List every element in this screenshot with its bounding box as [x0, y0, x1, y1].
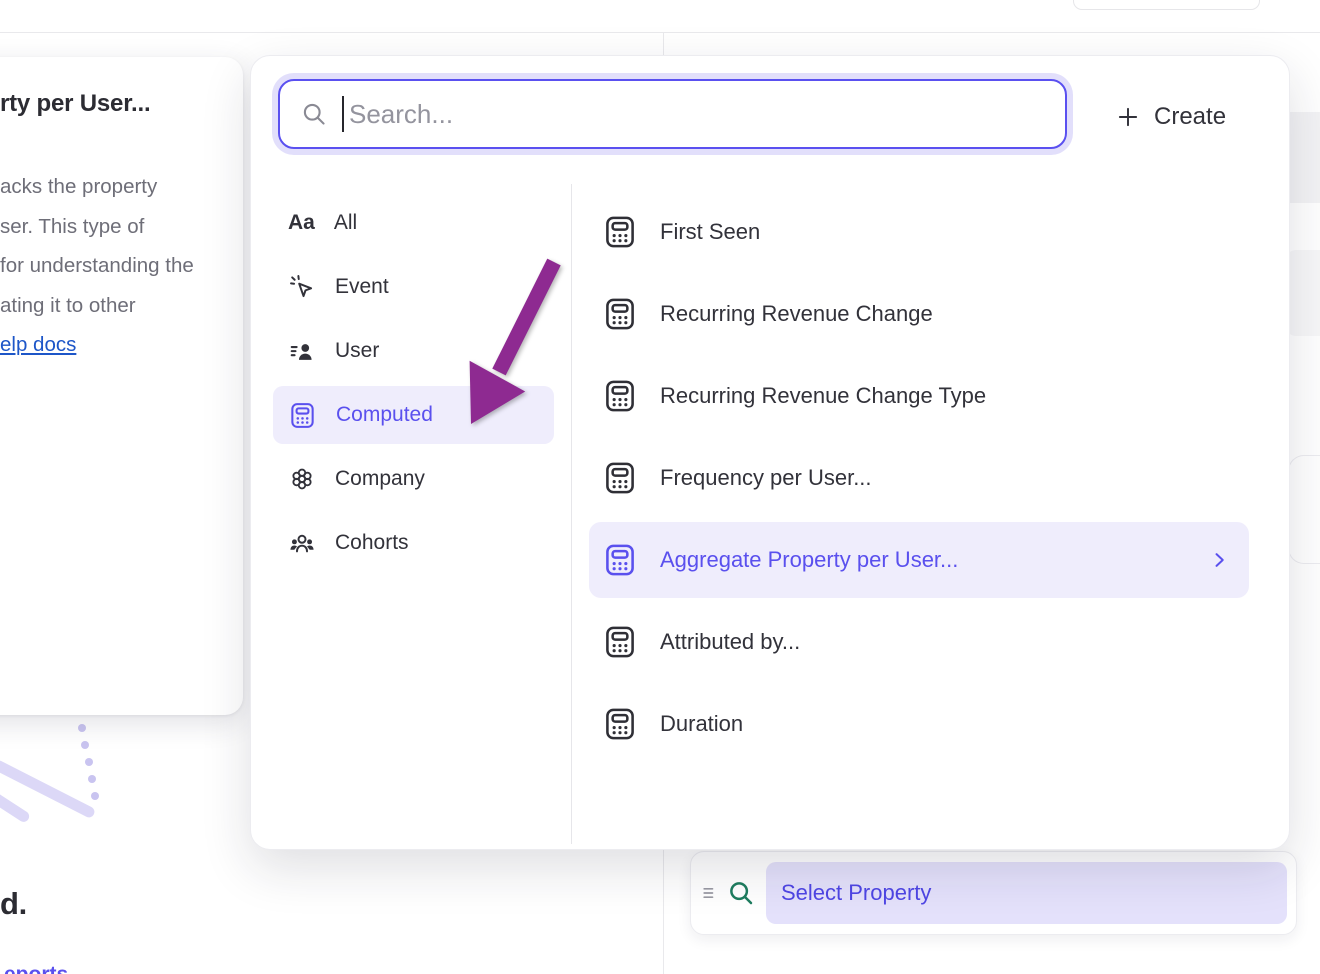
calculator-icon [602, 706, 638, 742]
category-label: Computed [336, 403, 433, 427]
screen: d. eports rty per User... acks the prope… [0, 0, 1320, 974]
property-description-card: rty per User... acks the property ser. T… [0, 57, 243, 715]
calculator-icon [602, 542, 638, 578]
search-field[interactable] [278, 79, 1067, 149]
category-label: Cohorts [335, 531, 409, 555]
category-label: Event [335, 275, 389, 299]
clipped-right-card [1288, 455, 1320, 564]
clipped-right-panel [1290, 112, 1320, 203]
property-label: First Seen [660, 219, 760, 245]
property-item-aggregate-property-per-user[interactable]: Aggregate Property per User... [589, 522, 1249, 598]
text-caret [342, 96, 344, 132]
property-label: Recurring Revenue Change [660, 301, 933, 327]
category-label: Company [335, 467, 425, 491]
property-label: Duration [660, 711, 743, 737]
search-icon [300, 100, 328, 128]
illustration-dot [91, 792, 99, 800]
user-profile-icon [288, 337, 316, 365]
help-docs-link[interactable]: elp docs [0, 325, 76, 365]
property-item-attributed-by[interactable]: Attributed by... [589, 604, 1249, 680]
property-item-recurring-revenue-change[interactable]: Recurring Revenue Change [589, 276, 1249, 352]
property-search-icon [726, 878, 756, 908]
page-divider-horizontal [0, 32, 1320, 33]
category-tab-company[interactable]: Company [273, 450, 554, 508]
clipped-right-card [1286, 250, 1320, 336]
category-tab-event[interactable]: Event [273, 258, 554, 316]
property-label: Recurring Revenue Change Type [660, 383, 986, 409]
calculator-icon [288, 401, 317, 430]
property-picker-modal: Create Aa All Event [250, 55, 1290, 850]
calculator-icon [602, 214, 638, 250]
property-label: Frequency per User... [660, 465, 872, 491]
calculator-icon [602, 460, 638, 496]
illustration-dot [81, 741, 89, 749]
select-property-button[interactable]: Select Property [766, 862, 1287, 924]
calculator-icon [602, 624, 638, 660]
event-cursor-icon [288, 273, 316, 301]
tooltip-body: acks the property ser. This type of for … [0, 167, 227, 365]
category-label: All [334, 211, 357, 235]
illustration-dot [78, 724, 86, 732]
calculator-icon [602, 296, 638, 332]
clipped-footer-link[interactable]: eports [4, 963, 68, 974]
drag-handle-icon[interactable] [700, 883, 720, 903]
category-tab-user[interactable]: User [273, 322, 554, 380]
category-tab-all[interactable]: Aa All [273, 194, 554, 252]
select-property-label: Select Property [781, 880, 931, 906]
property-item-duration[interactable]: Duration [589, 686, 1249, 762]
plus-icon [1115, 104, 1141, 130]
category-tab-computed[interactable]: Computed [273, 386, 554, 444]
create-button-label: Create [1154, 103, 1226, 131]
company-cluster-icon [288, 465, 316, 493]
tooltip-title: rty per User... [0, 90, 227, 118]
chevron-right-icon [1209, 550, 1229, 570]
modal-column-divider [571, 184, 572, 844]
text-format-icon: Aa [288, 211, 315, 235]
category-tab-cohorts[interactable]: Cohorts [273, 514, 554, 572]
illustration-line [0, 792, 31, 824]
property-item-frequency-per-user[interactable]: Frequency per User... [589, 440, 1249, 516]
calculator-icon [602, 378, 638, 414]
cohorts-people-icon [288, 529, 316, 557]
illustration-dot [88, 775, 96, 783]
property-label: Aggregate Property per User... [660, 547, 958, 573]
property-item-first-seen[interactable]: First Seen [589, 194, 1249, 270]
property-label: Attributed by... [660, 629, 800, 655]
query-builder-row: Select Property [690, 851, 1297, 935]
create-button[interactable]: Create [1107, 94, 1234, 140]
category-label: User [335, 339, 379, 363]
clipped-page-heading: d. [0, 886, 27, 922]
property-item-recurring-revenue-change-type[interactable]: Recurring Revenue Change Type [589, 358, 1249, 434]
illustration-dot [85, 758, 93, 766]
search-input[interactable] [347, 98, 1065, 131]
clipped-top-button [1073, 0, 1260, 10]
